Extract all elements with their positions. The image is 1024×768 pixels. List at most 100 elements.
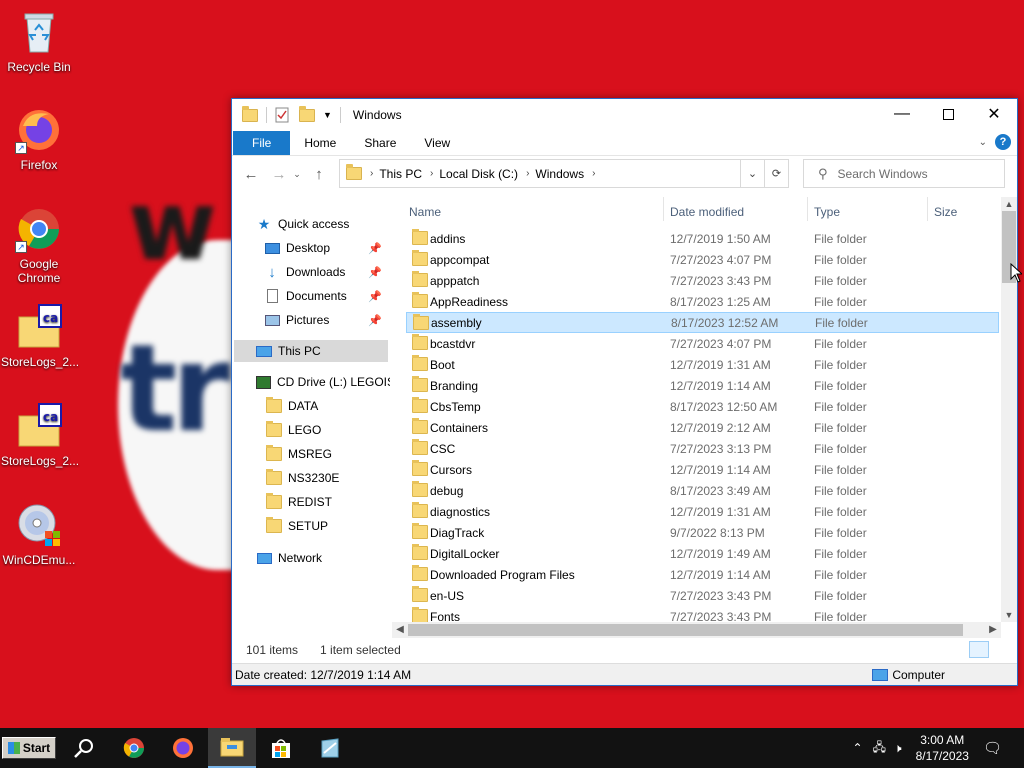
minimize-button[interactable]: — — [879, 99, 925, 129]
tab-share[interactable]: Share — [350, 131, 410, 155]
column-header-type[interactable]: Type — [814, 200, 840, 224]
large-icons-view-button[interactable] — [991, 641, 1011, 658]
breadcrumb-windows[interactable]: Windows — [535, 167, 584, 181]
firefox-taskbar-icon[interactable] — [159, 728, 207, 768]
back-button[interactable]: ← — [240, 166, 262, 183]
scroll-up-icon[interactable]: ▲ — [1001, 197, 1017, 211]
pin-icon[interactable]: 📌 — [368, 290, 382, 303]
horizontal-scrollbar[interactable]: ◀ ▶ — [392, 622, 1001, 638]
refresh-icon[interactable]: ⟳ — [764, 160, 788, 187]
breadcrumb-separator[interactable]: › — [430, 168, 433, 179]
pin-icon[interactable]: 📌 — [368, 266, 382, 279]
show-hidden-icons-icon[interactable]: ⌃ — [853, 741, 863, 755]
clock[interactable]: 3:00 AM 8/17/2023 — [916, 732, 969, 764]
file-row[interactable]: Fonts 7/27/2023 3:43 PM File folder — [406, 606, 999, 622]
search-input[interactable]: ⚲ Search Windows — [803, 159, 1005, 188]
column-divider[interactable] — [663, 197, 664, 221]
title-bar[interactable]: ▼ Windows — ✕ — [232, 99, 1017, 131]
file-row[interactable]: appcompat 7/27/2023 4:07 PM File folder — [406, 249, 999, 270]
desktop-icon-chrome[interactable]: ↗ Google Chrome — [1, 205, 77, 285]
pin-icon[interactable]: 📌 — [368, 242, 382, 255]
close-button[interactable]: ✕ — [971, 99, 1017, 129]
file-row[interactable]: Downloaded Program Files 12/7/2019 1:14 A… — [406, 564, 999, 585]
tab-view[interactable]: View — [410, 131, 464, 155]
file-row[interactable]: assembly 8/17/2023 12:52 AM File folder — [406, 312, 999, 333]
file-row[interactable]: debug 8/17/2023 3:49 AM File folder — [406, 480, 999, 501]
column-divider[interactable] — [927, 197, 928, 221]
help-icon[interactable]: ? — [995, 134, 1011, 150]
details-view-button[interactable] — [969, 641, 989, 658]
scroll-down-icon[interactable]: ▼ — [1001, 608, 1017, 622]
store-taskbar-icon[interactable] — [257, 728, 305, 768]
column-divider[interactable] — [807, 197, 808, 221]
desktop-icon-storelogs-2[interactable]: ca StoreLogs_2... — [1, 402, 79, 468]
nav-folder-data[interactable]: DATA — [266, 395, 318, 417]
pin-icon[interactable]: 📌 — [368, 314, 382, 327]
breadcrumb-local-disk[interactable]: Local Disk (C:) — [439, 167, 518, 181]
address-bar[interactable]: › This PC › Local Disk (C:) › Windows › … — [339, 159, 789, 188]
file-row[interactable]: bcastdvr 7/27/2023 4:07 PM File folder — [406, 333, 999, 354]
tab-home[interactable]: Home — [290, 131, 350, 155]
column-header-size[interactable]: Size — [934, 200, 957, 224]
file-row[interactable]: addins 12/7/2019 1:50 AM File folder — [406, 228, 999, 249]
scroll-right-icon[interactable]: ▶ — [985, 622, 1001, 638]
file-row[interactable]: apppatch 7/27/2023 3:43 PM File folder — [406, 270, 999, 291]
search-taskbar-icon[interactable] — [60, 728, 108, 768]
file-row[interactable]: Containers 12/7/2019 2:12 AM File folder — [406, 417, 999, 438]
file-row[interactable]: DigitalLocker 12/7/2019 1:49 AM File folde… — [406, 543, 999, 564]
properties-icon[interactable] — [275, 107, 289, 123]
nav-this-pc[interactable]: This PC — [234, 340, 388, 362]
nav-folder-ns3230e[interactable]: NS3230E — [266, 467, 339, 489]
nav-folder-msreg[interactable]: MSREG — [266, 443, 332, 465]
scroll-left-icon[interactable]: ◀ — [392, 622, 408, 638]
maximize-button[interactable] — [925, 99, 971, 129]
breadcrumb-this-pc[interactable]: This PC — [379, 167, 422, 181]
file-row[interactable]: Cursors 12/7/2019 1:14 AM File folder — [406, 459, 999, 480]
nav-cd-drive[interactable]: CD Drive (L:) LEGOISL — [256, 371, 390, 393]
scroll-thumb[interactable] — [408, 624, 963, 636]
file-row[interactable]: DiagTrack 9/7/2022 8:13 PM File folder — [406, 522, 999, 543]
desktop-icon-storelogs-1[interactable]: ca StoreLogs_2... — [1, 303, 79, 369]
up-button[interactable]: ↑ — [308, 166, 330, 183]
file-row[interactable]: AppReadiness 8/17/2023 1:25 AM File folder — [406, 291, 999, 312]
nav-folder-redist[interactable]: REDIST — [266, 491, 332, 513]
nav-documents[interactable]: Documents 📌 — [264, 285, 386, 307]
breadcrumb-separator[interactable]: › — [592, 168, 595, 179]
desktop-icon-recycle-bin[interactable]: Recycle Bin — [1, 8, 77, 74]
network-status-icon[interactable]: 🖧 — [873, 738, 886, 759]
forward-button[interactable]: → — [268, 166, 290, 183]
desktop-icon-wincdemu[interactable]: WinCDEmu... — [1, 501, 77, 567]
file-row[interactable]: Boot 12/7/2019 1:31 AM File folder — [406, 354, 999, 375]
nav-desktop[interactable]: Desktop 📌 — [264, 237, 386, 259]
file-row[interactable]: diagnostics 12/7/2019 1:31 AM File folder — [406, 501, 999, 522]
desktop-icon-firefox[interactable]: ↗ Firefox — [1, 106, 77, 172]
address-dropdown-icon[interactable]: ⌄ — [740, 160, 764, 187]
nav-folder-lego[interactable]: LEGO — [266, 419, 321, 441]
recent-locations-icon[interactable]: ⌄ — [290, 169, 304, 180]
file-row[interactable]: CSC 7/27/2023 3:13 PM File folder — [406, 438, 999, 459]
start-button[interactable]: Start — [2, 737, 56, 759]
file-explorer-taskbar-icon[interactable] — [208, 728, 256, 768]
nav-downloads[interactable]: ↓ Downloads 📌 — [264, 261, 386, 283]
new-folder-icon[interactable] — [299, 105, 315, 122]
volume-icon[interactable]: 🕨 — [894, 741, 902, 756]
tab-file[interactable]: File — [233, 131, 291, 155]
app-taskbar-icon[interactable] — [306, 728, 354, 768]
notification-icon[interactable]: 🗨 — [983, 739, 1002, 757]
start-label: Start — [22, 741, 51, 755]
file-row[interactable]: Branding 12/7/2019 1:14 AM File folder — [406, 375, 999, 396]
chrome-taskbar-icon[interactable] — [110, 728, 158, 768]
nav-pictures[interactable]: Pictures 📌 — [264, 309, 386, 331]
file-type: File folder — [814, 483, 867, 498]
expand-ribbon-icon[interactable]: ⌄ — [979, 137, 987, 148]
nav-network[interactable]: Network — [256, 547, 322, 569]
breadcrumb-separator[interactable]: › — [526, 168, 529, 179]
column-header-date[interactable]: Date modified — [670, 200, 744, 224]
file-row[interactable]: en-US 7/27/2023 3:43 PM File folder — [406, 585, 999, 606]
column-header-name[interactable]: Name — [409, 200, 441, 224]
vertical-scrollbar[interactable]: ▲ ▼ — [1001, 197, 1017, 622]
nav-quick-access[interactable]: ★ Quick access — [256, 213, 386, 235]
file-row[interactable]: CbsTemp 8/17/2023 12:50 AM File folder — [406, 396, 999, 417]
chevron-down-icon[interactable]: ▼ — [323, 110, 332, 120]
nav-folder-setup[interactable]: SETUP — [266, 515, 328, 537]
